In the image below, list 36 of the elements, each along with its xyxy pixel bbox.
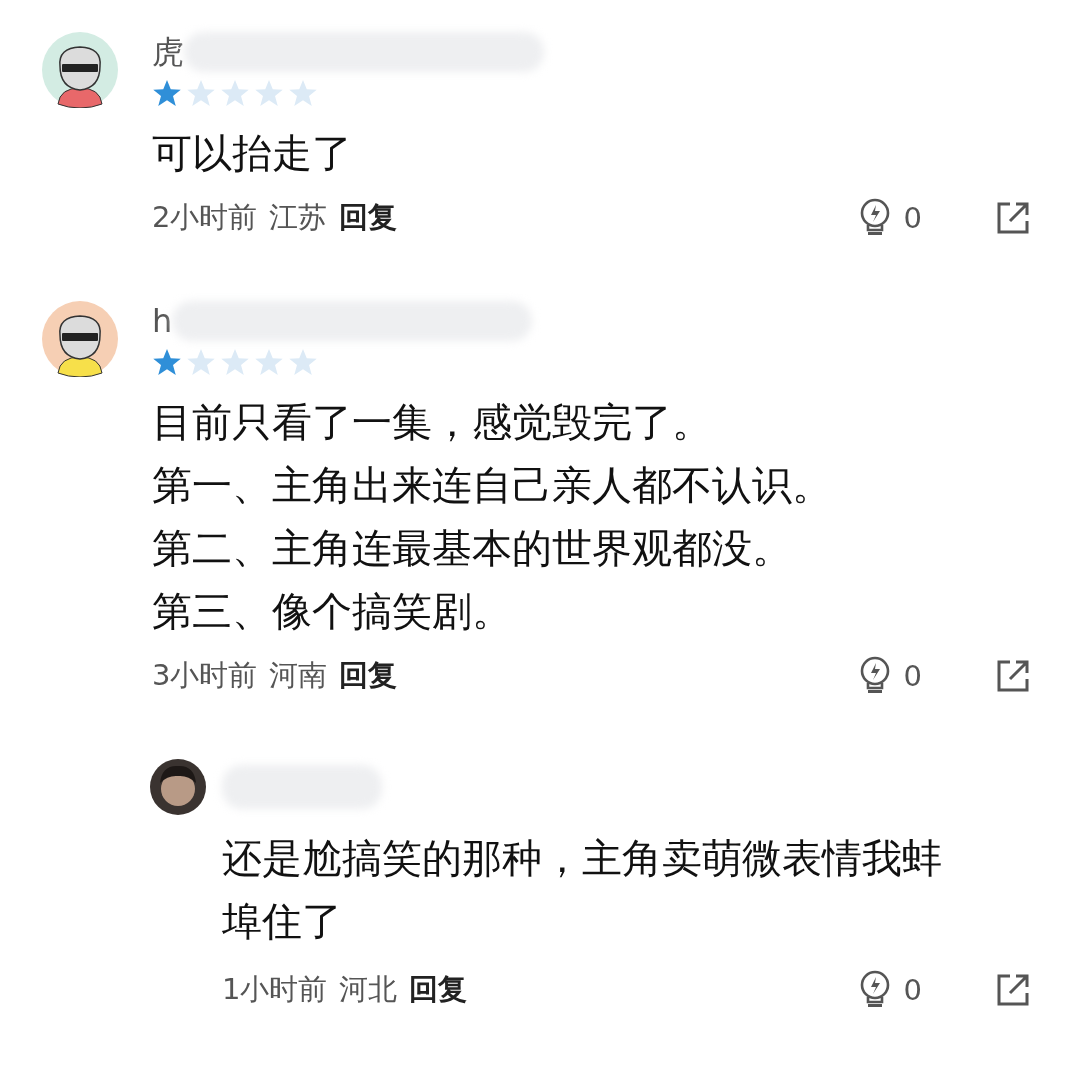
avatar[interactable] — [42, 32, 118, 108]
comment-text: 可以抬走了 — [152, 129, 353, 178]
star-icon — [254, 347, 284, 377]
comment-text: 第一、主角出来连自己亲人都不认识。 — [152, 461, 833, 510]
share-icon[interactable] — [996, 659, 1030, 693]
reply-button[interactable]: 回复 — [339, 198, 398, 238]
share-icon[interactable] — [996, 973, 1030, 1007]
star-icon — [220, 78, 250, 108]
comment-location: 河北 — [339, 971, 398, 1008]
comment-text: 第二、主角连最基本的世界观都没。 — [152, 524, 793, 573]
like-count: 0 — [903, 659, 922, 693]
like-count: 0 — [903, 973, 922, 1007]
star-icon — [152, 347, 182, 377]
comment-time: 1小时前 — [222, 971, 328, 1008]
reply-button[interactable]: 回复 — [409, 970, 468, 1010]
comment-time: 3小时前 — [152, 657, 258, 694]
user-name[interactable]: h — [152, 301, 173, 341]
user-name[interactable]: 虎 — [152, 32, 184, 72]
comment-time: 2小时前 — [152, 199, 258, 236]
star-icon — [186, 347, 216, 377]
star-icon — [288, 347, 318, 377]
comment-text: 还是尬搞笑的那种，主角卖萌微表情我蚌埠住了 — [222, 834, 943, 946]
star-icon — [152, 78, 182, 108]
avatar[interactable] — [42, 301, 118, 377]
share-icon[interactable] — [996, 201, 1030, 235]
star-icon — [288, 78, 318, 108]
avatar[interactable] — [150, 759, 206, 815]
comment-text: 第三、像个搞笑剧。 — [152, 587, 513, 636]
like-count: 0 — [903, 201, 922, 235]
comment-text: 目前只看了一集，感觉毁完了。 — [152, 398, 713, 447]
star-icon — [220, 347, 250, 377]
reply-button[interactable]: 回复 — [339, 656, 398, 696]
star-icon — [254, 78, 284, 108]
star-icon — [186, 78, 216, 108]
comment-location: 江苏 — [269, 199, 328, 236]
comment-location: 河南 — [269, 657, 328, 694]
